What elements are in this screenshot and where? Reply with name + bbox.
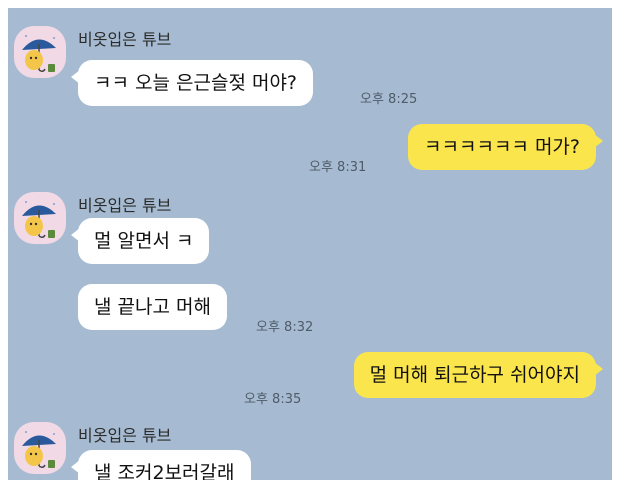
sender-name: 비옷입은 튜브 [78, 196, 172, 215]
sender-avatar[interactable] [14, 422, 66, 474]
incoming-message-bubble[interactable]: ㅋㅋ 오늘 은근슬젖 머야? [70, 60, 314, 106]
sender-name: 비옷입은 튜브 [78, 30, 172, 49]
message-timestamp: 오후 8:25 [360, 92, 418, 107]
incoming-message-bubble[interactable]: 낼 끝나고 머해 [78, 284, 227, 330]
outgoing-message-bubble[interactable]: 멀 머해 퇴근하구 쉬어야지 [353, 352, 604, 398]
incoming-message-bubble[interactable]: 멀 알면서 ㅋ [70, 218, 210, 264]
tube-character-with-umbrella-icon [22, 35, 56, 73]
tube-character-with-umbrella-icon [22, 201, 56, 239]
incoming-message-bubble[interactable]: 낼 조커2보러갈래 [71, 450, 251, 480]
tube-character-with-umbrella-icon [22, 431, 56, 469]
sender-avatar[interactable] [14, 192, 66, 244]
message-timestamp: 오후 8:35 [244, 392, 302, 407]
outgoing-message-bubble[interactable]: ㅋㅋㅋㅋㅋㅋ 머가? [408, 124, 603, 170]
message-timestamp: 오후 8:32 [256, 320, 314, 335]
message-timestamp: 오후 8:31 [309, 160, 367, 175]
sender-name: 비옷입은 튜브 [78, 426, 172, 445]
sender-avatar[interactable] [14, 26, 66, 78]
chat-room[interactable]: 비옷입은 튜브 ㅋㅋ 오늘 은근슬젖 머야? 오후 8:25 ㅋㅋㅋㅋㅋㅋ 머가… [8, 8, 612, 480]
